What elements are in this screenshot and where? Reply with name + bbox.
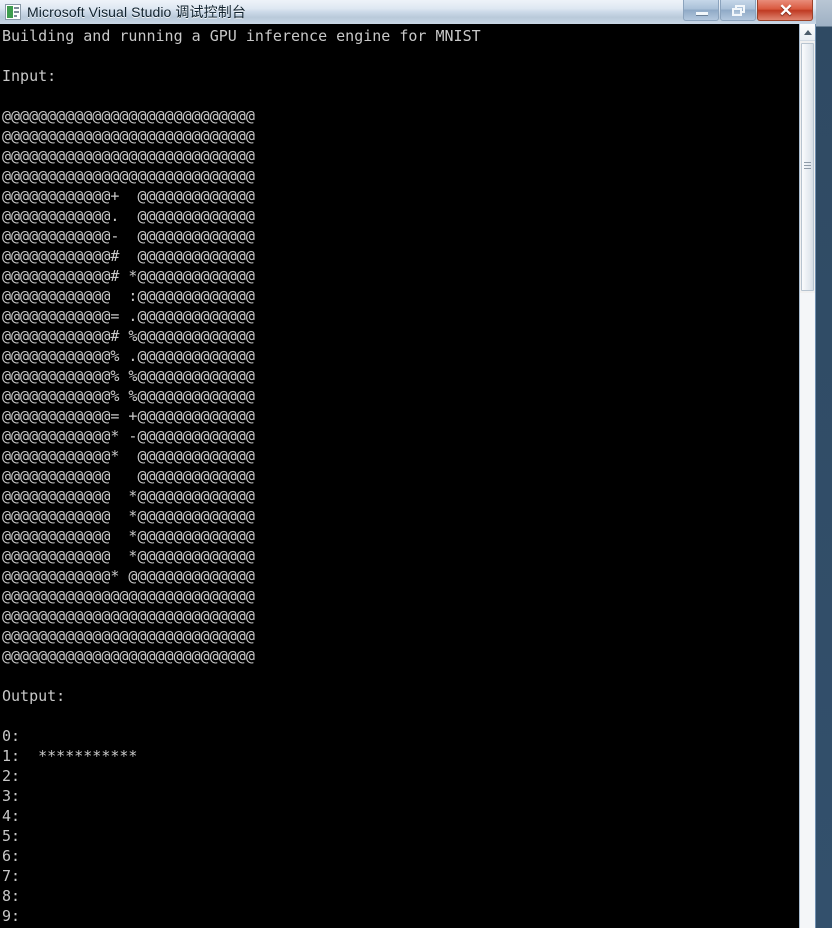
console-app-icon: [5, 4, 21, 20]
restore-button[interactable]: [720, 0, 756, 21]
scrollbar-grip-icon: [804, 162, 811, 171]
scrollbar-thumb[interactable]: [801, 43, 814, 291]
window-title: Microsoft Visual Studio 调试控制台: [27, 4, 246, 20]
close-icon: ✕: [778, 1, 794, 20]
window-controls: ✕: [682, 0, 816, 22]
scroll-up-button[interactable]: [800, 24, 815, 41]
vertical-scrollbar[interactable]: [799, 24, 815, 928]
scroll-up-icon: [804, 30, 812, 35]
console-output-text: Building and running a GPU inference eng…: [2, 27, 481, 925]
console-window: Microsoft Visual Studio 调试控制台 ✕ Building…: [0, 0, 816, 928]
title-bar[interactable]: Microsoft Visual Studio 调试控制台 ✕: [0, 0, 816, 24]
scrollbar-track[interactable]: [800, 293, 815, 928]
minimize-button[interactable]: [683, 0, 719, 21]
console-client-area[interactable]: Building and running a GPU inference eng…: [0, 24, 800, 928]
minimize-icon: [696, 12, 708, 15]
desktop-background: [816, 0, 832, 928]
restore-icon: [732, 5, 745, 16]
close-button[interactable]: ✕: [757, 0, 813, 21]
